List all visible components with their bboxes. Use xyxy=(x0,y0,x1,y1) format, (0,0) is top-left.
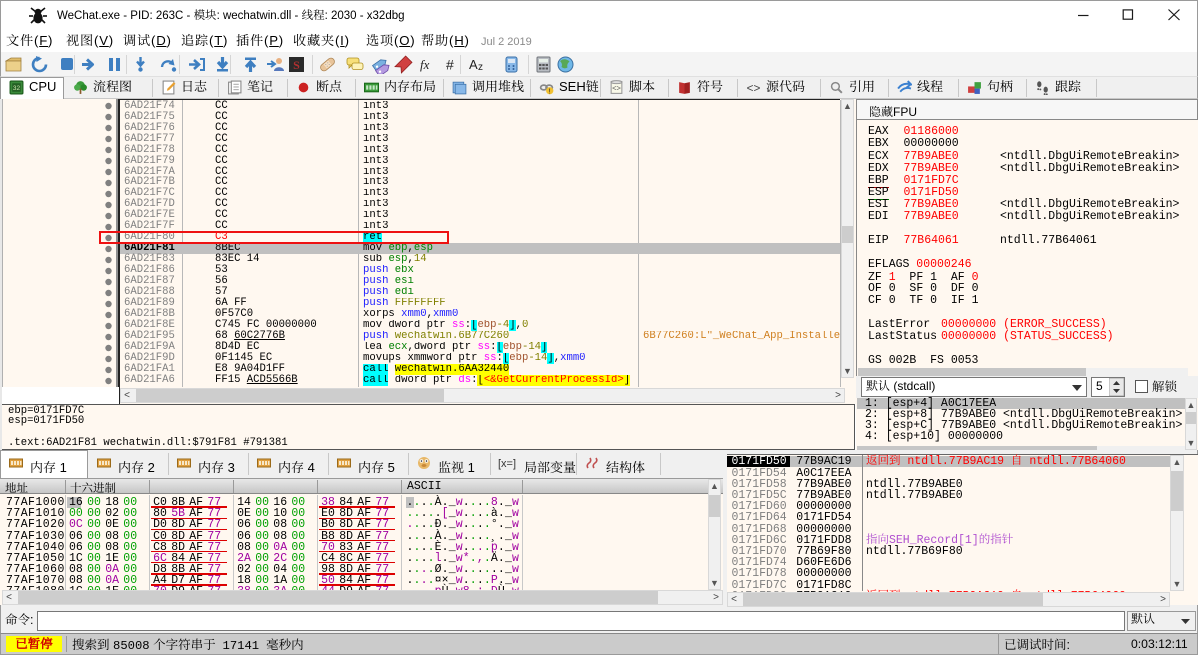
svg-text:32: 32 xyxy=(13,85,21,92)
svg-text:!: ! xyxy=(549,89,551,96)
svg-text:A: A xyxy=(469,57,478,72)
svg-text:<>: <> xyxy=(612,84,621,93)
svg-text:<>: <> xyxy=(747,82,761,95)
svg-text:#: # xyxy=(446,57,454,73)
svg-text:fx: fx xyxy=(420,57,430,72)
svg-text:S: S xyxy=(293,58,300,72)
svg-text:z: z xyxy=(478,62,483,73)
